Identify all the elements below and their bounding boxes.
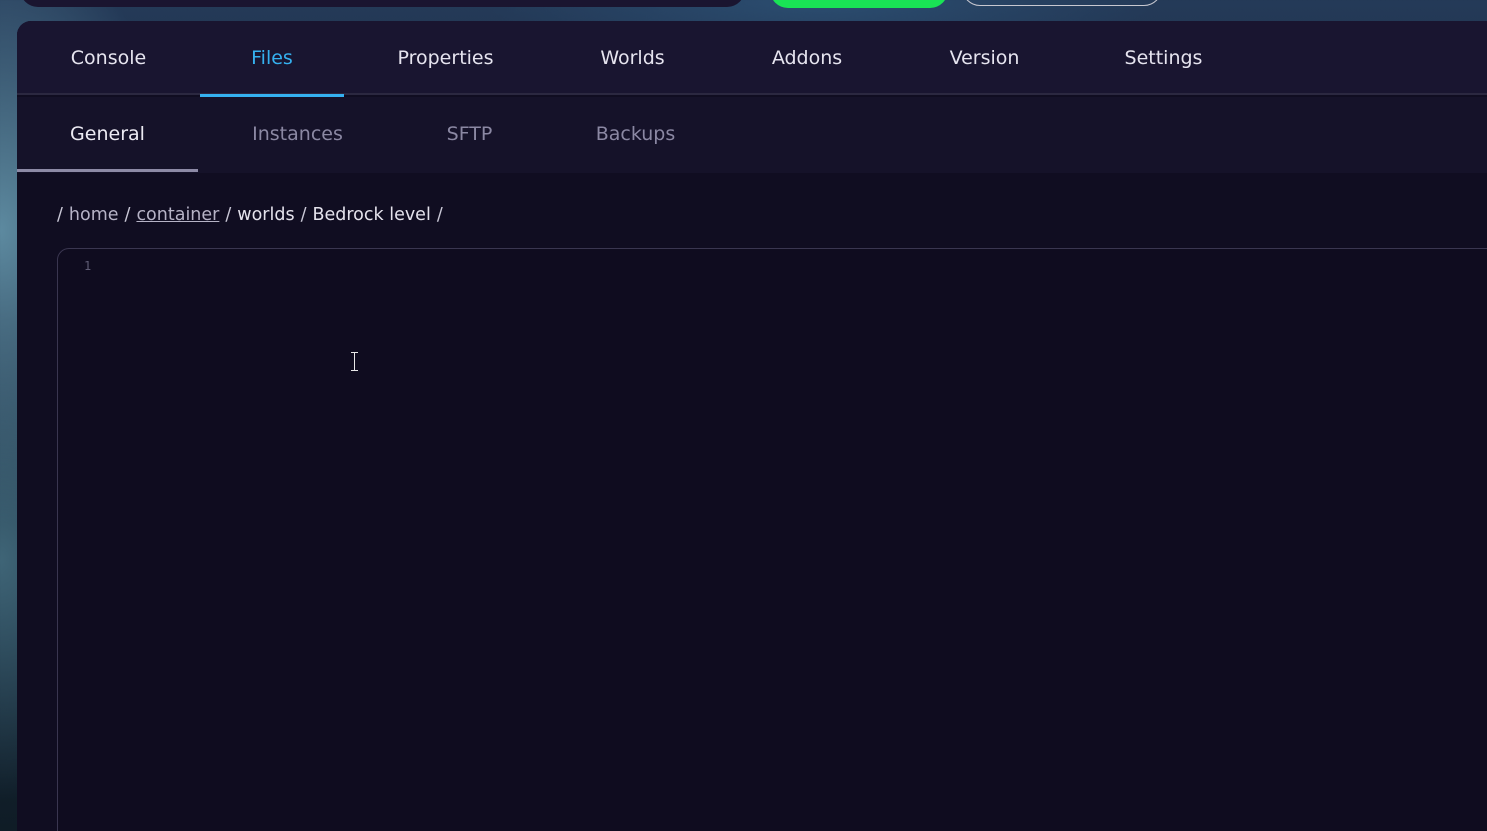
- text-cursor-icon: [350, 352, 359, 371]
- breadcrumb: / home / container / worlds / Bedrock le…: [57, 203, 449, 227]
- breadcrumb-home: home: [68, 205, 119, 225]
- breadcrumb-separator: /: [300, 205, 307, 225]
- tab-version[interactable]: Version: [896, 21, 1073, 95]
- sub-tab-bar: General Instances SFTP Backups: [17, 97, 1487, 173]
- code-editor[interactable]: 1: [57, 248, 1487, 831]
- breadcrumb-separator: /: [225, 205, 232, 225]
- secondary-button[interactable]: [962, 0, 1162, 6]
- subtab-general[interactable]: General: [17, 97, 198, 172]
- server-panel: Console Files Properties Worlds Addons V…: [17, 21, 1487, 831]
- tab-worlds[interactable]: Worlds: [547, 21, 718, 95]
- breadcrumb-separator: /: [124, 205, 131, 225]
- line-number: 1: [84, 259, 92, 273]
- top-search-field[interactable]: [20, 0, 745, 7]
- tab-settings[interactable]: Settings: [1073, 21, 1254, 95]
- tab-files[interactable]: Files: [200, 21, 344, 97]
- breadcrumb-bedrock-level[interactable]: Bedrock level: [312, 205, 430, 225]
- subtab-backups[interactable]: Backups: [542, 97, 729, 171]
- breadcrumb-separator: /: [436, 205, 443, 225]
- breadcrumb-container-link[interactable]: container: [136, 205, 219, 225]
- start-button[interactable]: [770, 0, 948, 8]
- main-tab-bar: Console Files Properties Worlds Addons V…: [17, 21, 1487, 97]
- breadcrumb-worlds[interactable]: worlds: [237, 205, 294, 225]
- tab-addons[interactable]: Addons: [718, 21, 896, 95]
- tab-properties[interactable]: Properties: [344, 21, 547, 95]
- subtab-sftp[interactable]: SFTP: [397, 97, 542, 171]
- tab-console[interactable]: Console: [17, 21, 200, 95]
- subtab-instances[interactable]: Instances: [198, 97, 397, 171]
- breadcrumb-separator: /: [57, 205, 63, 225]
